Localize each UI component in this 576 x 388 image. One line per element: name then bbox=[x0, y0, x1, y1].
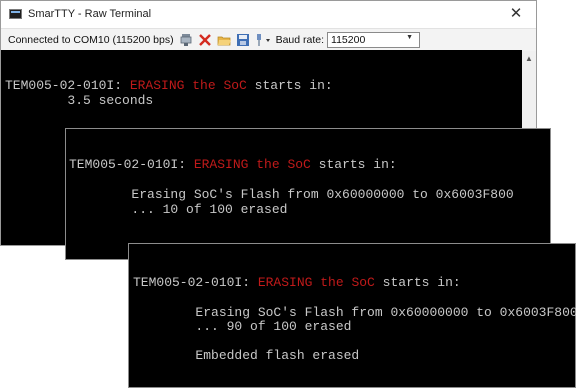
close-button[interactable]: ✕ bbox=[506, 4, 526, 24]
baud-rate-select[interactable]: 115200 ▼ bbox=[327, 32, 421, 48]
erase-progress-line: ... 10 of 100 erased bbox=[69, 202, 288, 217]
terminal-output-3[interactable]: TEM005-02-010I: ERASING the SoC starts i… bbox=[128, 243, 576, 388]
toolbar: Connected to COM10 (115200 bps) Baud rat… bbox=[1, 28, 536, 52]
clear-icon[interactable] bbox=[255, 33, 273, 47]
erase-progress-line: ... 90 of 100 erased bbox=[133, 319, 352, 334]
erase-range-line: Erasing SoC's Flash from 0x60000000 to 0… bbox=[133, 305, 576, 320]
window-title: SmarTTY - Raw Terminal bbox=[28, 8, 152, 20]
terminal-output-2[interactable]: TEM005-02-010I: ERASING the SoC starts i… bbox=[65, 128, 551, 260]
message-suffix: starts in: bbox=[246, 78, 333, 93]
disconnect-icon[interactable] bbox=[198, 33, 212, 47]
scroll-up-icon[interactable]: ▲ bbox=[525, 54, 533, 63]
erase-complete-line: Embedded flash erased bbox=[133, 348, 360, 363]
baud-rate-value: 115200 bbox=[331, 34, 366, 46]
erase-highlight: ERASING the SoC bbox=[129, 78, 247, 93]
terminal-line: TEM005-02-010I: ERASING the SoC starts i… bbox=[69, 157, 397, 172]
terminal-app-icon bbox=[9, 9, 22, 19]
message-suffix: starts in: bbox=[374, 275, 461, 290]
serial-port-icon[interactable] bbox=[179, 33, 193, 47]
erase-range-line: Erasing SoC's Flash from 0x60000000 to 0… bbox=[69, 187, 514, 202]
open-folder-icon[interactable] bbox=[217, 33, 231, 47]
countdown-line: 3.5 seconds bbox=[5, 93, 154, 108]
message-code: TEM005-02-010I: bbox=[5, 78, 130, 93]
terminal-line: TEM005-02-010I: ERASING the SoC starts i… bbox=[133, 275, 461, 290]
save-icon[interactable] bbox=[236, 33, 250, 47]
message-code: TEM005-02-010I: bbox=[133, 275, 258, 290]
erase-highlight: ERASING the SoC bbox=[257, 275, 375, 290]
message-code: TEM005-02-010I: bbox=[69, 157, 194, 172]
baud-rate-label: Baud rate: bbox=[275, 34, 325, 46]
message-suffix: starts in: bbox=[310, 157, 397, 172]
erase-highlight: ERASING the SoC bbox=[193, 157, 311, 172]
connection-status: Connected to COM10 (115200 bps) bbox=[8, 34, 174, 46]
title-bar[interactable]: SmarTTY - Raw Terminal ✕ bbox=[1, 1, 536, 27]
chevron-down-icon: ▼ bbox=[406, 34, 414, 41]
terminal-line: TEM005-02-010I: ERASING the SoC starts i… bbox=[5, 78, 333, 93]
